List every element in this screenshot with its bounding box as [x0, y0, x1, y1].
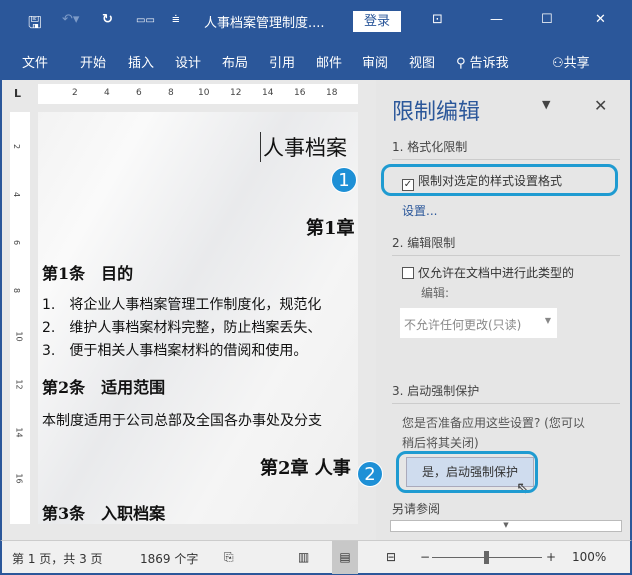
proofing-icon[interactable]: ⎘ — [224, 550, 234, 565]
web-layout-icon[interactable]: ⊟ — [386, 550, 396, 564]
scroll-down-icon[interactable]: ▼ — [390, 520, 622, 532]
status-bar: 第 1 页，共 3 页 1869 个字 ⎘ ▥ ▤ ⊟ − + 100% — [0, 540, 632, 575]
ruler-tick: 14 — [262, 88, 273, 98]
vertical-ruler[interactable]: 2 4 6 8 10 12 14 16 — [10, 112, 30, 524]
highlight-frame-1 — [381, 164, 618, 196]
pane-options-icon[interactable]: ▼ — [542, 98, 550, 111]
list-item: 2. 维护人事档案材料完整，防止档案丢失、 — [42, 317, 321, 337]
checkbox-label-cont: 编辑: — [421, 284, 449, 301]
tab-insert[interactable]: 插入 — [128, 52, 154, 71]
ruler-tick: 12 — [15, 379, 24, 389]
ruler-tick: 18 — [326, 88, 337, 98]
tab-mailings[interactable]: 邮件 — [316, 52, 342, 71]
ruler-tick: 10 — [198, 88, 209, 98]
ribbon-display-icon[interactable]: ⊡ — [432, 12, 443, 27]
page-count[interactable]: 第 1 页，共 3 页 — [12, 550, 103, 567]
ruler-tick: 16 — [294, 88, 305, 98]
article-3-heading: 第3条 入职档案 — [42, 500, 165, 524]
minimize-icon[interactable]: — — [490, 12, 503, 27]
ruler-tick: 16 — [15, 473, 24, 483]
undo-icon[interactable]: ↶▾ — [62, 12, 79, 27]
read-mode-icon[interactable]: ▥ — [298, 550, 309, 564]
person-add-icon: ⚇ — [552, 56, 564, 71]
chapter-1-heading: 第1章 — [306, 214, 355, 240]
tab-view[interactable]: 视图 — [409, 52, 435, 71]
list-item: 3. 便于相关人事档案材料的借阅和使用。 — [42, 340, 307, 360]
word-count[interactable]: 1869 个字 — [140, 550, 198, 567]
ribbon-tabs: 文件 开始 插入 设计 布局 引用 邮件 审阅 视图 ⚲ 告诉我 ⚇共享 — [0, 42, 632, 80]
tab-file[interactable]: 文件 — [22, 52, 48, 71]
allow-editing-type-checkbox[interactable]: 仅允许在文档中进行此类型的 — [402, 264, 574, 281]
tell-me-label: 告诉我 — [470, 56, 509, 71]
ruler-tick: 6 — [136, 88, 142, 98]
document-page[interactable]: 人事档案 第1章 第1条 目的 1. 将企业人事档案管理工作制度化，规范化 2.… — [38, 112, 358, 524]
checkbox-label: 仅允许在文档中进行此类型的 — [418, 266, 574, 280]
list-item: 1. 将企业人事档案管理工作制度化，规范化 — [42, 294, 321, 314]
pane-title: 限制编辑 — [392, 94, 480, 126]
ruler-tick: 2 — [72, 88, 78, 98]
ruler-tick: 4 — [104, 88, 110, 98]
settings-link[interactable]: 设置... — [402, 202, 437, 219]
enforce-question-cont: 稍后将其关闭) — [402, 434, 479, 451]
maximize-icon[interactable]: ☐ — [541, 12, 553, 27]
section-formatting: 1. 格式化限制 — [392, 138, 620, 160]
chapter-2-heading: 第2章 人事 — [260, 454, 351, 480]
step-badge-1: 1 — [331, 167, 357, 193]
enforce-question: 您是否准备应用这些设置? (您可以 — [402, 414, 585, 431]
ruler-tick: 12 — [230, 88, 241, 98]
zoom-slider-thumb[interactable] — [484, 551, 489, 564]
step-badge-2: 2 — [357, 461, 383, 487]
section-editing: 2. 编辑限制 — [392, 234, 620, 256]
editing-type-select[interactable]: 不允许任何更改(只读) ▼ — [400, 308, 560, 338]
section-enforce: 3. 启动强制保护 — [392, 382, 620, 404]
save-icon[interactable]: 🖫 — [28, 12, 42, 39]
redo-icon[interactable]: ↻ — [102, 12, 113, 27]
ruler-tick: 8 — [168, 88, 174, 98]
tab-layout[interactable]: 布局 — [222, 52, 248, 71]
highlight-frame-2 — [396, 451, 538, 493]
print-layout-icon[interactable]: ▤ — [332, 541, 358, 574]
zoom-level[interactable]: 100% — [572, 550, 606, 564]
ruler-tick: 8 — [12, 288, 21, 293]
close-icon[interactable]: ✕ — [595, 12, 606, 27]
chevron-down-icon: ▼ — [545, 316, 551, 325]
search-icon: ⚲ — [456, 56, 466, 71]
ruler-tick: 6 — [12, 240, 21, 245]
document-title: 人事档案管理制度.... — [204, 12, 325, 31]
tab-selector[interactable]: L — [8, 84, 32, 104]
see-also-label: 另请参阅 — [392, 500, 620, 521]
checkbox-unchecked-icon — [402, 267, 414, 279]
select-value: 不允许任何更改(只读) — [404, 318, 521, 332]
paragraph: 本制度适用于公司总部及全国各办事处及分支 — [42, 410, 322, 430]
share-label: 共享 — [564, 56, 590, 71]
tab-home[interactable]: 开始 — [80, 52, 106, 71]
tab-review[interactable]: 审阅 — [362, 52, 388, 71]
ruler-tick: 14 — [15, 427, 24, 437]
tell-me-search[interactable]: ⚲ 告诉我 — [456, 52, 509, 71]
zoom-out-button[interactable]: − — [420, 550, 430, 564]
ruler-tick: 2 — [12, 144, 21, 149]
ruler-tick: 10 — [15, 331, 24, 341]
article-2-heading: 第2条 适用范围 — [42, 374, 165, 398]
customize-icon[interactable]: ⩧ — [172, 12, 180, 27]
pane-close-icon[interactable]: ✕ — [594, 96, 607, 115]
horizontal-ruler[interactable]: 2 4 6 8 10 12 14 16 18 — [38, 84, 358, 104]
share-button[interactable]: ⚇共享 — [552, 52, 590, 71]
touch-mode-icon[interactable]: ▭▭ — [136, 15, 155, 26]
doc-title: 人事档案 — [260, 132, 347, 162]
zoom-in-button[interactable]: + — [546, 550, 556, 564]
title-bar: 🖫 ↶▾ ↻ ▭▭ ⩧ 人事档案管理制度.... 登录 ⊡ — ☐ ✕ — [0, 0, 632, 42]
tab-design[interactable]: 设计 — [175, 52, 201, 71]
login-button[interactable]: 登录 — [353, 11, 401, 32]
document-area: L 2 4 6 8 10 12 14 16 18 2 4 6 8 10 12 1… — [0, 80, 376, 540]
tab-references[interactable]: 引用 — [269, 52, 295, 71]
article-1-heading: 第1条 目的 — [42, 260, 133, 284]
ruler-tick: 4 — [12, 192, 21, 197]
